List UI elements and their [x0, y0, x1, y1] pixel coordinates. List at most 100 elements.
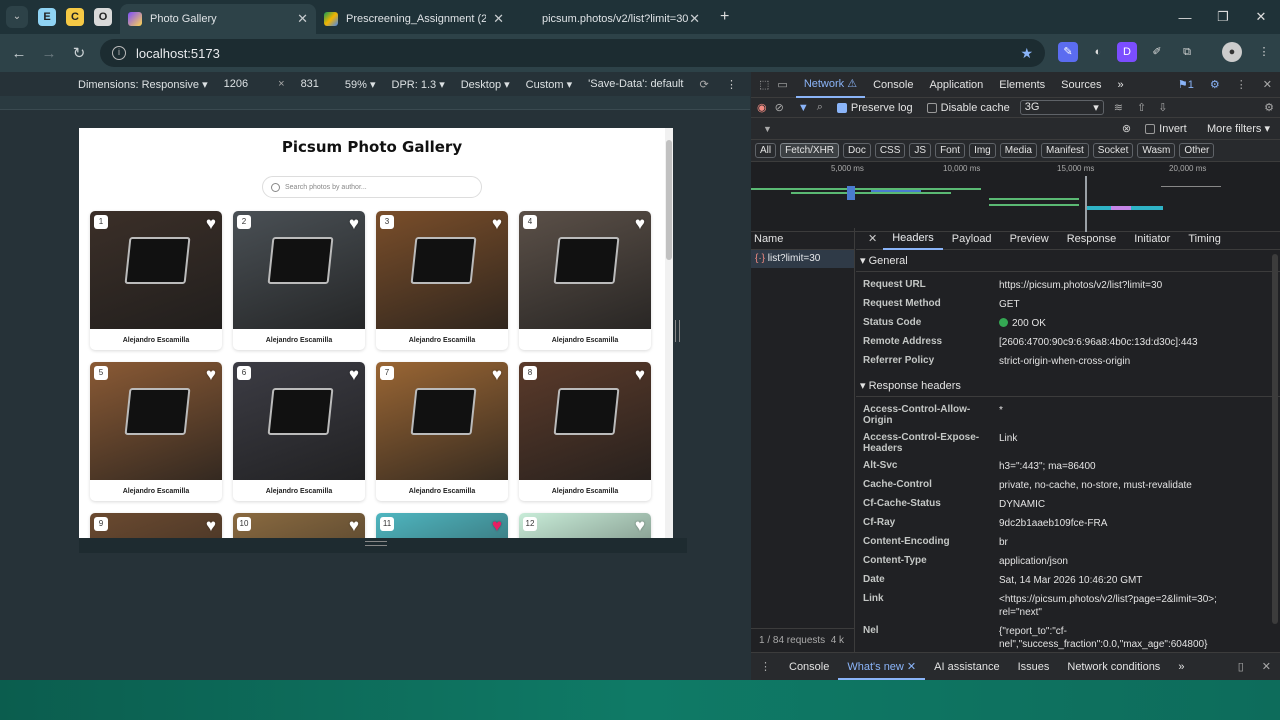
device-toggle-icon[interactable]: ▭	[777, 78, 795, 91]
photo-image[interactable]: 7 ♥	[376, 362, 508, 480]
name-column-header[interactable]: Name	[751, 228, 854, 250]
photo-image[interactable]: 11 ♥	[376, 513, 508, 538]
type-filter-all[interactable]: All	[755, 143, 777, 158]
inspect-icon[interactable]: ⬚	[751, 78, 777, 91]
maximize-icon[interactable]: ❐	[1204, 9, 1242, 25]
heart-icon[interactable]: ♥	[492, 366, 502, 383]
pinned-tab-o[interactable]: O	[94, 8, 112, 26]
photo-card[interactable]: 5 ♥ Alejandro Escamilla	[90, 362, 222, 501]
minimize-icon[interactable]: —	[1166, 10, 1204, 25]
tab-headers[interactable]: Headers	[883, 228, 943, 250]
scroll-thumb[interactable]	[666, 140, 672, 260]
request-row[interactable]: {·} list?limit=30	[751, 250, 854, 268]
photo-card[interactable]: 8 ♥ Alejandro Escamilla	[519, 362, 651, 501]
tab-search-button[interactable]: ⌄	[6, 6, 28, 28]
dpr-dropdown[interactable]: DPR: 1.3 ▾	[384, 78, 453, 91]
tab-photo-gallery[interactable]: Photo Gallery ✕	[120, 4, 316, 34]
custom-dropdown[interactable]: Custom ▾	[518, 78, 580, 91]
resize-bar[interactable]	[79, 538, 687, 553]
drawer-tab-issues[interactable]: Issues	[1009, 661, 1059, 673]
dimensions-dropdown[interactable]: Dimensions: Responsive ▾	[70, 78, 216, 91]
tab-assignment[interactable]: Prescreening_Assignment (2).p ✕	[316, 4, 512, 34]
photo-card[interactable]: 4 ♥ Alejandro Escamilla	[519, 211, 651, 350]
device-more-icon[interactable]: ⋮	[726, 78, 737, 91]
reload-icon[interactable]: ↻	[64, 44, 94, 62]
type-filter-img[interactable]: Img	[969, 143, 996, 158]
photo-image[interactable]: 2 ♥	[233, 211, 365, 329]
puzzle-icon[interactable]: ⧉	[1177, 42, 1197, 62]
photo-card[interactable]: 1 ♥ Alejandro Escamilla	[90, 211, 222, 350]
tab-console[interactable]: Console	[865, 79, 921, 91]
back-icon[interactable]: ←	[4, 45, 34, 62]
download-icon[interactable]: ⇩	[1158, 101, 1167, 114]
type-filter-css[interactable]: CSS	[874, 143, 906, 158]
zoom-dropdown[interactable]: 59% ▾	[337, 78, 384, 91]
type-filter-other[interactable]: Other	[1179, 143, 1215, 158]
type-filter-socket[interactable]: Socket	[1092, 143, 1134, 158]
tab-application[interactable]: Application	[921, 79, 991, 91]
photo-image[interactable]: 10 ♥	[233, 513, 365, 538]
settings-icon[interactable]: ⚙	[1202, 78, 1228, 91]
type-filter-fetchxhr[interactable]: Fetch/XHR	[780, 143, 840, 158]
upload-icon[interactable]: ⇧	[1137, 101, 1146, 114]
forward-icon[interactable]: →	[34, 45, 64, 62]
tab-elements[interactable]: Elements	[991, 79, 1053, 91]
drawer-tab-[interactable]: »	[1169, 661, 1193, 673]
more-tabs-icon[interactable]: »	[1109, 79, 1131, 91]
heart-icon[interactable]: ♥	[635, 366, 645, 383]
type-filter-media[interactable]: Media	[999, 143, 1037, 158]
record-icon[interactable]: ◉	[757, 101, 767, 114]
eyedropper-icon[interactable]: ✐	[1147, 42, 1167, 62]
clear-filter-icon[interactable]: ⊗	[1122, 122, 1131, 135]
clear-icon[interactable]: ⊘	[775, 101, 784, 114]
type-filter-manifest[interactable]: Manifest	[1041, 143, 1089, 158]
photo-card[interactable]: 10 ♥	[233, 513, 365, 538]
drawer-menu-icon[interactable]: ⋮	[751, 660, 780, 673]
photo-card[interactable]: 3 ♥ Alejandro Escamilla	[376, 211, 508, 350]
photo-image[interactable]: 8 ♥	[519, 362, 651, 480]
devtools-menu-icon[interactable]: ⋮	[1228, 78, 1255, 91]
site-info-icon[interactable]: i	[112, 46, 126, 60]
drawer-tab-console[interactable]: Console	[780, 661, 838, 673]
extension-icon[interactable]: D	[1117, 42, 1137, 62]
new-tab-icon[interactable]: +	[720, 8, 729, 26]
response-headers-section-header[interactable]: ▾ Response headers	[856, 375, 1280, 397]
type-filter-wasm[interactable]: Wasm	[1137, 143, 1176, 158]
search-input[interactable]: Search photos by author...	[262, 176, 482, 198]
pinned-tab-e[interactable]: E	[38, 8, 56, 26]
type-filter-doc[interactable]: Doc	[843, 143, 871, 158]
heart-icon[interactable]: ♥	[492, 517, 502, 534]
device-type-dropdown[interactable]: Desktop ▾	[453, 78, 518, 91]
extension-icon[interactable]: ✎	[1058, 42, 1078, 62]
heart-icon[interactable]: ♥	[349, 517, 359, 534]
photo-card[interactable]: 2 ♥ Alejandro Escamilla	[233, 211, 365, 350]
extension-icon[interactable]: ◐	[1088, 42, 1108, 62]
issues-badge[interactable]: ⚑1	[1170, 78, 1202, 91]
invert-checkbox[interactable]: Invert	[1145, 123, 1187, 135]
heart-icon[interactable]: ♥	[206, 215, 216, 232]
resize-handle[interactable]	[365, 541, 387, 546]
close-window-icon[interactable]: ✕	[1242, 9, 1280, 25]
close-devtools-icon[interactable]: ✕	[1255, 78, 1280, 91]
general-section-header[interactable]: ▾ General	[856, 250, 1280, 272]
preserve-log-checkbox[interactable]: Preserve log	[836, 102, 913, 114]
filter-icon[interactable]: ▼	[798, 102, 809, 114]
type-filter-js[interactable]: JS	[909, 143, 932, 158]
heart-icon[interactable]: ♥	[349, 215, 359, 232]
tab-network[interactable]: Network ⚠	[795, 72, 866, 98]
network-settings-icon[interactable]: ⚙	[1264, 101, 1274, 114]
heart-icon[interactable]: ♥	[206, 517, 216, 534]
heart-icon[interactable]: ♥	[206, 366, 216, 383]
close-tab-icon[interactable]: ✕	[493, 11, 504, 27]
detail-scrollbar[interactable]	[1272, 254, 1278, 624]
tab-timing[interactable]: Timing	[1179, 233, 1230, 245]
tab-response[interactable]: Response	[1058, 233, 1126, 245]
photo-image[interactable]: 6 ♥	[233, 362, 365, 480]
disable-cache-checkbox[interactable]: Disable cache	[926, 102, 1010, 114]
drawer-tab-whatsnew[interactable]: What's new ✕	[838, 654, 926, 680]
rotate-icon[interactable]: ⟳	[691, 78, 716, 91]
heart-icon[interactable]: ♥	[635, 215, 645, 232]
search-icon[interactable]: ⌕	[817, 101, 823, 114]
tab-initiator[interactable]: Initiator	[1125, 233, 1179, 245]
photo-image[interactable]: 1 ♥	[90, 211, 222, 329]
